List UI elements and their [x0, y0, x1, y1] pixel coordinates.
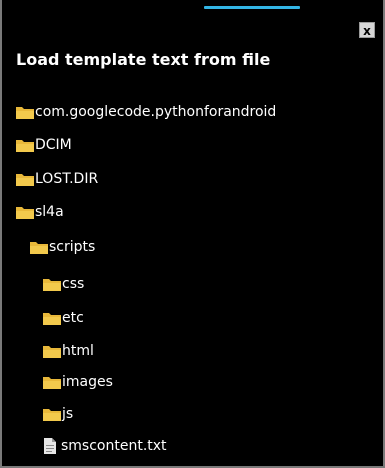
- close-icon: x: [363, 24, 371, 38]
- tree-item-label: html: [62, 343, 94, 359]
- tree-item-label: LOST.DIR: [35, 171, 99, 187]
- tree-item-dcim[interactable]: DCIM: [16, 133, 72, 157]
- file-picker-dialog: x Load template text from file com.googl…: [0, 0, 385, 468]
- folder-icon: [16, 140, 34, 152]
- tree-item-etc[interactable]: etc: [43, 306, 84, 330]
- tree-item-label: smscontent.txt: [61, 438, 167, 454]
- tree-item-label: css: [62, 276, 85, 292]
- tree-item-lost-dir[interactable]: LOST.DIR: [16, 167, 98, 191]
- dialog-title: Load template text from file: [16, 50, 271, 69]
- folder-icon: [16, 107, 34, 119]
- folder-icon: [16, 207, 34, 219]
- tree-item-images[interactable]: images: [43, 370, 113, 394]
- tree-item-label: sl4a: [35, 204, 64, 220]
- folder-icon: [43, 313, 61, 325]
- tree-item-smscontent-txt[interactable]: smscontent.txt: [43, 434, 167, 458]
- folder-icon: [43, 409, 61, 421]
- tree-item-label: DCIM: [35, 137, 72, 153]
- tree-item-label: scripts: [49, 239, 96, 255]
- tree-item-html[interactable]: html: [43, 339, 94, 363]
- folder-icon: [43, 377, 61, 389]
- close-button[interactable]: x: [359, 22, 375, 38]
- tree-item-label: js: [62, 406, 74, 422]
- folder-icon: [30, 242, 48, 254]
- tree-item-sl4a[interactable]: sl4a: [16, 200, 64, 224]
- folder-icon: [43, 279, 61, 291]
- tree-item-css[interactable]: css: [43, 272, 84, 296]
- file-icon: [44, 438, 56, 454]
- tree-item-label: images: [62, 374, 113, 390]
- tree-item-js[interactable]: js: [43, 402, 73, 426]
- tree-item-label: etc: [62, 310, 84, 326]
- tree-item-com-googlecode-pythonforandroid[interactable]: com.googlecode.pythonforandroid: [16, 100, 276, 124]
- tree-item-scripts[interactable]: scripts: [30, 235, 95, 259]
- folder-icon: [16, 174, 34, 186]
- folder-icon: [43, 346, 61, 358]
- top-accent-bar: [204, 6, 300, 9]
- tree-item-label: com.googlecode.pythonforandroid: [35, 104, 277, 120]
